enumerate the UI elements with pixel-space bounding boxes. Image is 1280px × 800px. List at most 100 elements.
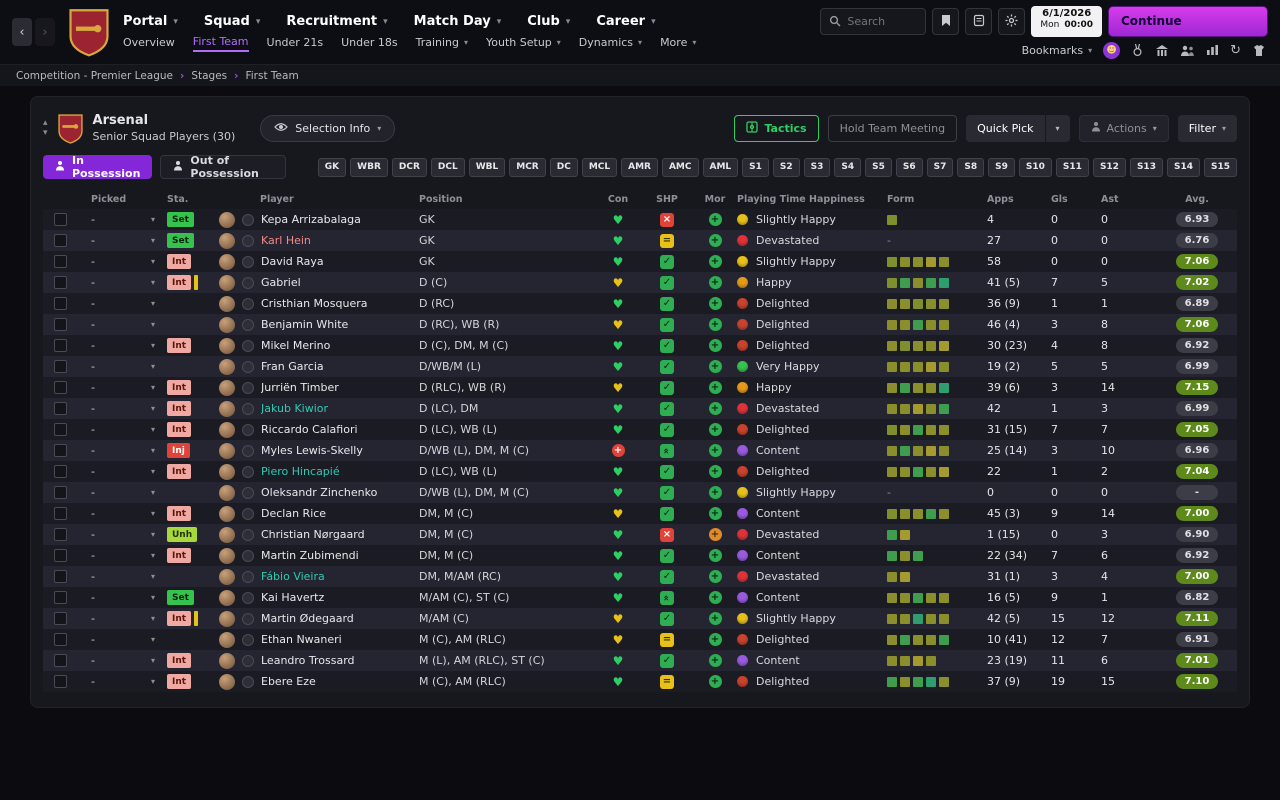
- collapse-down-icon[interactable]: ▾: [43, 128, 48, 138]
- table-row[interactable]: - ▾ Benjamin White D (RC), WB (R) ♥ ✓ + Delight…: [43, 314, 1237, 335]
- subnav-item-dynamics[interactable]: Dynamics ▾: [579, 36, 642, 51]
- picked-dropdown[interactable]: - ▾: [77, 356, 165, 377]
- nav-item-recruitment[interactable]: Recruitment ▾: [286, 14, 387, 29]
- picked-dropdown[interactable]: - ▾: [77, 398, 165, 419]
- picked-dropdown[interactable]: - ▾: [77, 272, 165, 293]
- selection-info-dropdown[interactable]: Selection Info ▾: [260, 114, 396, 142]
- advisor-avatar[interactable]: ☻: [1103, 41, 1121, 59]
- row-checkbox[interactable]: [53, 633, 67, 646]
- column-header-shp[interactable]: SHP: [641, 194, 693, 205]
- player-info-icon[interactable]: [242, 465, 254, 478]
- row-checkbox[interactable]: [53, 549, 67, 562]
- player-name[interactable]: Fábio Vieira: [261, 570, 325, 583]
- position-filter-s4[interactable]: S4: [834, 157, 862, 177]
- continue-button[interactable]: Continue: [1108, 5, 1268, 37]
- position-filter-mcr[interactable]: MCR: [509, 157, 546, 177]
- position-filter-wbl[interactable]: WBL: [468, 157, 506, 177]
- picked-dropdown[interactable]: - ▾: [77, 545, 165, 566]
- picked-dropdown[interactable]: - ▾: [77, 587, 165, 608]
- table-row[interactable]: - ▾ Ethan Nwaneri M (C), AM (RLC) ♥ = + Delight…: [43, 629, 1237, 650]
- position-filter-s2[interactable]: S2: [772, 157, 800, 177]
- player-info-icon[interactable]: [242, 234, 254, 247]
- table-row[interactable]: - ▾ Int Martin Ødegaard M/AM (C) ♥ ✓ + Slightly …: [43, 608, 1237, 629]
- position-filter-dcr[interactable]: DCR: [391, 157, 427, 177]
- player-name[interactable]: Mikel Merino: [261, 339, 330, 352]
- position-filter-s6[interactable]: S6: [895, 157, 923, 177]
- column-header-form[interactable]: Form: [887, 194, 987, 205]
- breadcrumb-item-stages[interactable]: Stages: [191, 70, 227, 82]
- table-row[interactable]: - ▾ Int Jurriën Timber D (RLC), WB (R) ♥ ✓ + Hap…: [43, 377, 1237, 398]
- subnav-item-training[interactable]: Training ▾: [416, 36, 468, 51]
- table-row[interactable]: - ▾ Fábio Vieira DM, M/AM (RC) ♥ ✓ + Devastated…: [43, 566, 1237, 587]
- table-row[interactable]: - ▾ Int Martin Zubimendi DM, M (C) ♥ ✓ + Content…: [43, 545, 1237, 566]
- player-info-icon[interactable]: [242, 528, 254, 541]
- player-name[interactable]: Jurriën Timber: [261, 381, 339, 394]
- player-name[interactable]: Kepa Arrizabalaga: [261, 213, 361, 226]
- nav-item-club[interactable]: Club ▾: [527, 14, 570, 29]
- search-box[interactable]: [820, 7, 927, 35]
- picked-dropdown[interactable]: - ▾: [77, 629, 165, 650]
- column-header-picked[interactable]: Picked: [77, 194, 165, 205]
- column-header-position[interactable]: Position: [419, 194, 595, 205]
- position-filter-s14[interactable]: S14: [1166, 157, 1200, 177]
- bookmarks-dropdown[interactable]: Bookmarks ▾: [1022, 44, 1092, 57]
- table-row[interactable]: - ▾ Int Piero Hincapié D (LC), WB (L) ♥ ✓ + Deli…: [43, 461, 1237, 482]
- collapse-up-icon[interactable]: ▴: [43, 118, 48, 128]
- row-checkbox[interactable]: [53, 360, 67, 373]
- search-input[interactable]: [847, 14, 918, 28]
- column-header-con[interactable]: Con: [595, 194, 641, 205]
- table-row[interactable]: - ▾ Int Mikel Merino D (C), DM, M (C) ♥ ✓ + Deli…: [43, 335, 1237, 356]
- picked-dropdown[interactable]: - ▾: [77, 293, 165, 314]
- table-row[interactable]: - ▾ Int Gabriel D (C) ♥ ✓ + Happy 41 (5) 7 5 7.02: [43, 272, 1237, 293]
- player-info-icon[interactable]: [242, 360, 254, 373]
- quick-pick-button[interactable]: Quick Pick: [966, 114, 1046, 142]
- squad-people-button[interactable]: [1180, 44, 1195, 57]
- player-name[interactable]: Fran Garcia: [261, 360, 324, 373]
- picked-dropdown[interactable]: - ▾: [77, 209, 165, 230]
- player-info-icon[interactable]: [242, 507, 254, 520]
- table-row[interactable]: - ▾ Oleksandr Zinchenko D/WB (L), DM, M (C)…: [43, 482, 1237, 503]
- player-info-icon[interactable]: [242, 633, 254, 646]
- table-row[interactable]: - ▾ Int Declan Rice DM, M (C) ♥ ✓ + Content 45 (3…: [43, 503, 1237, 524]
- picked-dropdown[interactable]: - ▾: [77, 566, 165, 587]
- picked-dropdown[interactable]: - ▾: [77, 503, 165, 524]
- medal-button[interactable]: [1131, 43, 1144, 57]
- player-info-icon[interactable]: [242, 591, 254, 604]
- picked-dropdown[interactable]: - ▾: [77, 419, 165, 440]
- position-filter-amc[interactable]: AMC: [661, 157, 699, 177]
- player-name[interactable]: Leandro Trossard: [261, 654, 355, 667]
- refresh-button[interactable]: ↻: [1230, 43, 1241, 58]
- table-row[interactable]: - ▾ Set Karl Hein GK ♥ = + Devastated -27 0 0 6.76: [43, 230, 1237, 251]
- player-name[interactable]: Jakub Kiwior: [261, 402, 328, 415]
- column-header-mor[interactable]: Mor: [693, 194, 737, 205]
- player-name[interactable]: Declan Rice: [261, 507, 326, 520]
- kit-button[interactable]: [1252, 44, 1266, 57]
- nav-item-portal[interactable]: Portal ▾: [123, 14, 178, 29]
- player-name[interactable]: Benjamin White: [261, 318, 348, 331]
- nav-item-match-day[interactable]: Match Day ▾: [414, 14, 502, 29]
- filter-dropdown[interactable]: Filter ▾: [1177, 114, 1237, 142]
- position-filter-s7[interactable]: S7: [926, 157, 954, 177]
- row-checkbox[interactable]: [53, 423, 67, 436]
- player-info-icon[interactable]: [242, 654, 254, 667]
- position-filter-s10[interactable]: S10: [1018, 157, 1052, 177]
- position-filter-amr[interactable]: AMR: [621, 157, 658, 177]
- actions-dropdown[interactable]: Actions ▾: [1078, 114, 1169, 142]
- bookmark-button[interactable]: [932, 7, 960, 35]
- picked-dropdown[interactable]: - ▾: [77, 524, 165, 545]
- player-name[interactable]: Myles Lewis-Skelly: [261, 444, 363, 457]
- row-checkbox[interactable]: [53, 339, 67, 352]
- picked-dropdown[interactable]: - ▾: [77, 377, 165, 398]
- tab-in-possession[interactable]: In Possession: [43, 154, 153, 180]
- player-info-icon[interactable]: [242, 381, 254, 394]
- notes-button[interactable]: [965, 7, 993, 35]
- position-filter-s15[interactable]: S15: [1203, 157, 1237, 177]
- player-name[interactable]: Karl Hein: [261, 234, 311, 247]
- row-checkbox[interactable]: [53, 486, 67, 499]
- table-row[interactable]: - ▾ Unh Christian Nørgaard DM, M (C) ♥ × + Devas…: [43, 524, 1237, 545]
- quick-pick-dropdown[interactable]: ▾: [1045, 114, 1070, 142]
- row-checkbox[interactable]: [53, 465, 67, 478]
- picked-dropdown[interactable]: - ▾: [77, 440, 165, 461]
- table-row[interactable]: - ▾ Int Leandro Trossard M (L), AM (RLC), ST…: [43, 650, 1237, 671]
- table-row[interactable]: - ▾ Fran Garcia D/WB/M (L) ♥ ✓ + Very Happy 19 (…: [43, 356, 1237, 377]
